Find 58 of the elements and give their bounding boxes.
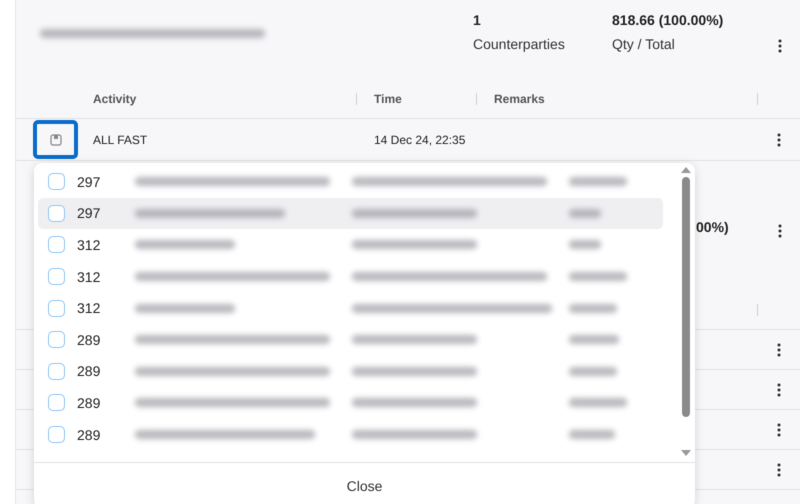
picker-row[interactable]: 297 xyxy=(38,166,663,198)
column-header: Activity xyxy=(93,92,136,106)
picker-row[interactable]: 312 xyxy=(38,260,663,292)
picker-row[interactable]: 312 xyxy=(38,229,663,261)
counterparties-label: Counterparties xyxy=(473,36,566,52)
counterparties-value: 1 xyxy=(473,12,482,28)
activity-icon-button[interactable] xyxy=(33,120,78,159)
close-button[interactable]: Close xyxy=(336,474,392,498)
scroll-down-icon[interactable] xyxy=(681,450,691,456)
item-number: 289 xyxy=(77,332,100,348)
activity-cell-text: ALL FAST xyxy=(93,132,148,146)
picker-row[interactable]: 297 xyxy=(38,198,663,230)
checkbox[interactable] xyxy=(48,394,65,412)
checkbox[interactable] xyxy=(48,173,65,190)
item-number: 297 xyxy=(77,205,100,222)
checkbox[interactable] xyxy=(48,426,65,444)
quantity-label: Qty / Total xyxy=(612,36,676,52)
blurred-text xyxy=(569,398,627,408)
column-header: Time xyxy=(374,92,402,106)
picker-row[interactable]: 312 xyxy=(38,292,663,324)
checkbox[interactable] xyxy=(48,204,65,222)
more-vertical-icon xyxy=(777,132,781,146)
picker-row[interactable]: 289 xyxy=(38,387,663,419)
item-number: 312 xyxy=(77,268,100,285)
item-number: 289 xyxy=(77,394,100,411)
checkbox[interactable] xyxy=(48,300,65,317)
time-cell-text: 14 Dec 24, 22:35 xyxy=(373,132,466,146)
blurred-text xyxy=(569,272,627,282)
blurred-text xyxy=(569,304,617,313)
more-vertical-icon xyxy=(777,342,781,356)
more-vertical-icon xyxy=(777,382,781,396)
quantity-value: 00%) xyxy=(696,219,730,237)
box-icon xyxy=(50,134,62,146)
blurred-text xyxy=(569,335,619,344)
more-vertical-icon xyxy=(777,422,781,436)
more-vertical-icon xyxy=(777,462,781,476)
quantity-value: 818.66 (100.00%) xyxy=(612,12,724,28)
checkbox[interactable] xyxy=(48,236,65,254)
blurred-text xyxy=(569,208,601,218)
item-number: 297 xyxy=(77,174,100,190)
more-vertical-icon xyxy=(778,39,782,53)
blurred-text xyxy=(569,177,627,186)
picker-row[interactable]: 289 xyxy=(38,418,663,450)
column-header: Remarks xyxy=(494,92,545,106)
item-number: 312 xyxy=(77,236,100,253)
picker-row[interactable]: 289 xyxy=(38,324,663,356)
blurred-text xyxy=(569,240,601,250)
item-number: 289 xyxy=(77,426,100,443)
item-number: 289 xyxy=(77,363,100,380)
item-number: 312 xyxy=(77,300,100,316)
more-vertical-icon xyxy=(778,224,782,238)
checkbox[interactable] xyxy=(48,331,65,348)
blurred-text xyxy=(569,366,617,376)
scroll-up-icon[interactable] xyxy=(681,167,691,173)
checkbox[interactable] xyxy=(48,268,65,286)
picker-row[interactable]: 289 xyxy=(38,356,663,388)
blurred-text xyxy=(569,430,615,440)
checkbox[interactable] xyxy=(48,362,65,380)
